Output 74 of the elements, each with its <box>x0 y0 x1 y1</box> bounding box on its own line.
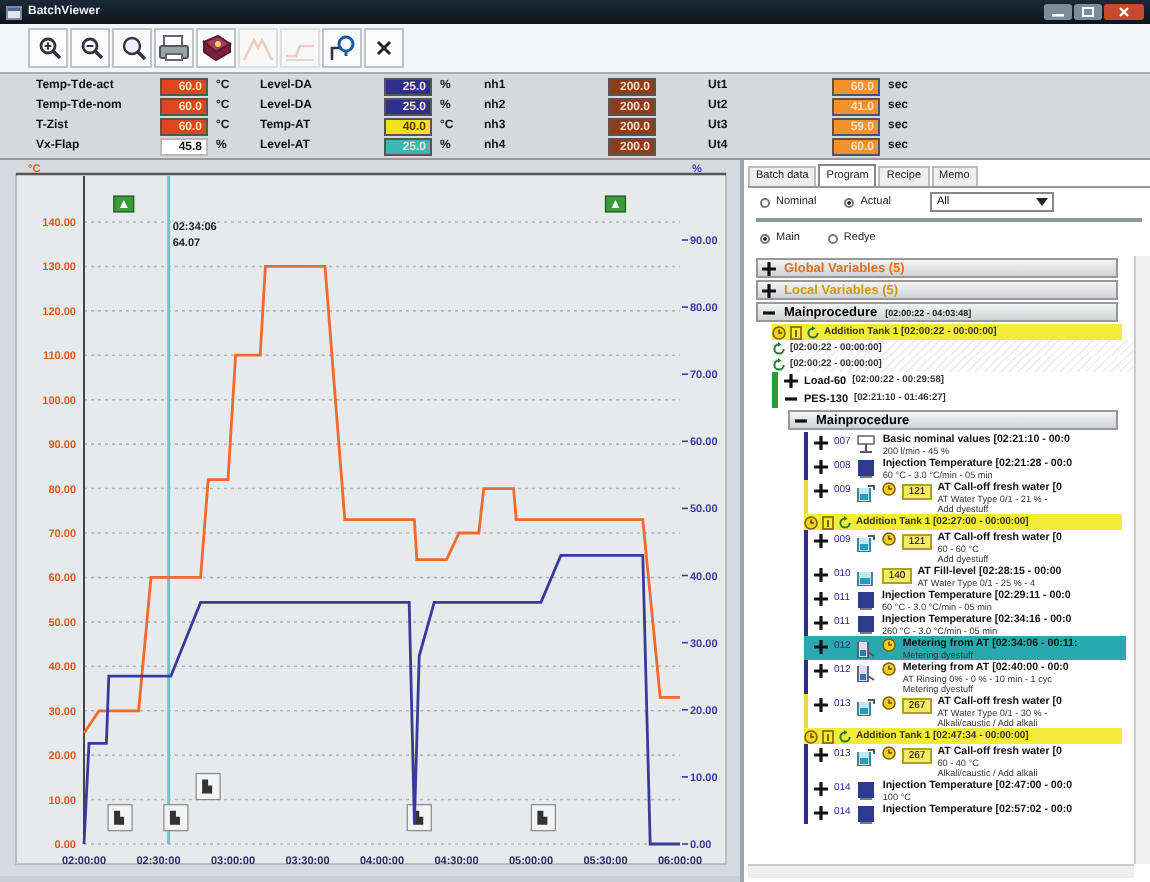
peak-chart-icon <box>242 32 274 64</box>
monitor-icon <box>856 803 877 823</box>
toolbar-button[interactable] <box>70 28 110 68</box>
app-icon <box>6 5 22 19</box>
expand-icon[interactable] <box>814 697 828 711</box>
beaker-icon <box>856 531 877 551</box>
vertical-scrollbar[interactable] <box>1134 256 1150 864</box>
toolbar-button[interactable] <box>364 28 404 68</box>
event-icon <box>195 772 221 801</box>
toolbar-button[interactable] <box>322 28 362 68</box>
expand-icon[interactable] <box>784 374 798 388</box>
expand-icon[interactable] <box>814 747 828 761</box>
expand-icon[interactable] <box>762 261 776 275</box>
expand-icon[interactable] <box>814 591 828 605</box>
collapse-icon[interactable] <box>784 392 798 406</box>
horizontal-scrollbar[interactable] <box>748 864 1134 878</box>
expand-icon[interactable] <box>814 639 828 653</box>
expand-icon[interactable] <box>814 533 828 547</box>
print-icon <box>158 32 190 64</box>
refresh-icon <box>838 729 852 743</box>
gauge-icon <box>856 433 877 453</box>
monitor-icon <box>856 779 877 799</box>
beaker-icon <box>856 637 877 657</box>
radio-button[interactable] <box>844 197 855 207</box>
clock-icon <box>882 745 897 759</box>
beaker-icon <box>856 695 877 715</box>
toolbar-button[interactable] <box>112 28 152 68</box>
radio-button[interactable] <box>760 197 770 207</box>
clock-icon <box>772 325 786 339</box>
clock-icon <box>882 637 897 651</box>
radio-button[interactable] <box>827 233 838 243</box>
clock-icon <box>804 729 818 743</box>
beaker-icon <box>856 481 877 501</box>
tank-icon <box>822 515 834 529</box>
monitor-icon <box>856 457 877 477</box>
maximize-icon[interactable] <box>1074 4 1102 20</box>
event-icon <box>530 804 556 832</box>
beaker-icon <box>856 745 877 765</box>
clock-icon <box>882 531 897 545</box>
refresh-icon <box>806 325 820 339</box>
expand-icon[interactable] <box>814 663 828 677</box>
caret-icon <box>1036 198 1049 206</box>
event-icon <box>107 804 133 832</box>
toolbar-button[interactable] <box>196 28 236 68</box>
radio-button[interactable] <box>760 233 770 243</box>
probe-icon <box>326 32 358 64</box>
clock-icon <box>882 661 897 675</box>
expand-icon[interactable] <box>814 567 828 581</box>
clock-icon <box>804 515 818 529</box>
collapse-icon[interactable] <box>794 413 808 427</box>
clock-icon <box>882 481 897 495</box>
close-icon[interactable] <box>1104 4 1144 20</box>
monitor-icon <box>855 589 876 609</box>
flag-icon <box>604 195 627 213</box>
expand-icon[interactable] <box>762 283 776 297</box>
minimize-icon[interactable] <box>1044 4 1072 20</box>
toolbar-button[interactable] <box>28 28 68 68</box>
tank-icon <box>822 729 834 743</box>
toolbar-button[interactable] <box>154 28 194 68</box>
expand-icon[interactable] <box>814 805 828 819</box>
expand-icon[interactable] <box>814 615 828 629</box>
expand-icon[interactable] <box>814 459 828 473</box>
monitor-icon <box>855 613 876 633</box>
beaker-icon <box>856 661 877 681</box>
book-icon <box>200 32 232 64</box>
expand-icon[interactable] <box>814 483 828 497</box>
tank-icon <box>790 325 802 339</box>
refresh-icon <box>838 515 852 529</box>
clock-icon <box>882 695 897 709</box>
event-icon <box>163 804 189 832</box>
expand-icon[interactable] <box>814 781 828 795</box>
flag-icon <box>113 195 135 213</box>
expand-icon[interactable] <box>814 435 828 449</box>
collapse-icon[interactable] <box>762 305 776 319</box>
